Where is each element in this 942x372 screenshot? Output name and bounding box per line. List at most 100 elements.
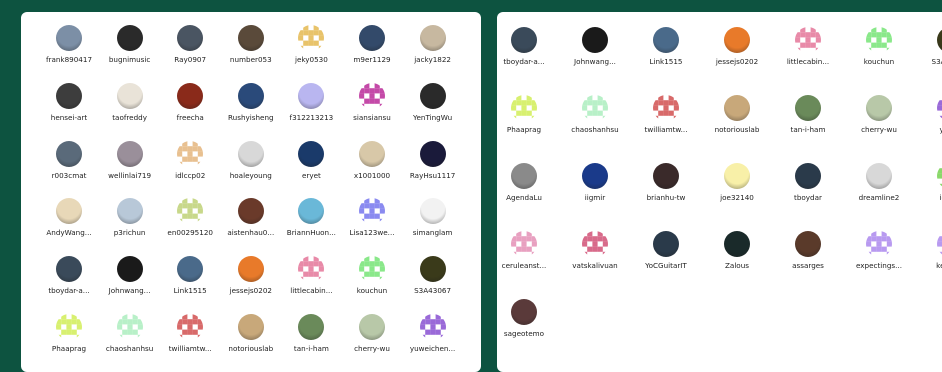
avatar[interactable] <box>795 231 821 257</box>
avatar[interactable] <box>116 140 143 167</box>
avatar[interactable] <box>511 27 537 53</box>
avatar[interactable] <box>419 314 446 340</box>
avatar[interactable] <box>116 256 143 283</box>
user-item[interactable]: vatskalivuan <box>558 231 632 289</box>
user-item[interactable]: tan-i-ham <box>771 95 845 153</box>
avatar[interactable] <box>795 95 821 121</box>
user-item[interactable]: jacky1822 <box>396 25 470 83</box>
user-item[interactable]: iigmir <box>558 163 632 221</box>
user-item[interactable]: idlccp <box>913 163 942 221</box>
avatar[interactable] <box>937 163 942 189</box>
user-item[interactable]: S3A43067 <box>913 27 942 85</box>
user-item[interactable]: ceruleanst... <box>497 231 561 289</box>
avatar[interactable] <box>177 314 204 340</box>
avatar[interactable] <box>359 198 385 225</box>
user-item[interactable]: Link1515 <box>629 27 703 85</box>
avatar[interactable] <box>511 95 537 121</box>
user-item[interactable]: chaoshanhsu <box>558 95 632 153</box>
user-item[interactable]: Phaaprag <box>497 95 561 153</box>
avatar[interactable] <box>511 299 537 325</box>
user-item[interactable]: littlecabin... <box>771 27 845 85</box>
avatar[interactable] <box>359 256 385 283</box>
user-item[interactable]: sageotemo <box>497 299 561 357</box>
avatar[interactable] <box>177 256 204 283</box>
avatar[interactable] <box>653 163 679 189</box>
avatar[interactable] <box>419 25 446 51</box>
avatar[interactable] <box>359 82 385 109</box>
avatar[interactable] <box>237 314 264 340</box>
avatar[interactable] <box>937 27 942 53</box>
avatar[interactable] <box>653 231 679 257</box>
user-item[interactable]: AgendaLu <box>497 163 561 221</box>
user-item[interactable]: kouchun <box>842 27 916 85</box>
user-item[interactable]: jessejs0202 <box>700 27 774 85</box>
avatar[interactable] <box>511 231 537 257</box>
user-item[interactable]: tboydar <box>771 163 845 221</box>
avatar[interactable] <box>56 140 82 167</box>
avatar[interactable] <box>177 198 204 225</box>
avatar[interactable] <box>237 82 264 109</box>
avatar[interactable] <box>582 95 608 121</box>
avatar[interactable] <box>56 82 82 109</box>
user-item[interactable]: twilliamtw... <box>629 95 703 153</box>
avatar[interactable] <box>298 314 325 340</box>
avatar[interactable] <box>56 25 82 51</box>
user-item[interactable]: dreamline2 <box>842 163 916 221</box>
avatar[interactable] <box>653 95 679 121</box>
user-item[interactable]: Zalous <box>700 231 774 289</box>
user-item[interactable]: brianhu-tw <box>629 163 703 221</box>
avatar[interactable] <box>419 256 446 283</box>
avatar[interactable] <box>724 95 750 121</box>
avatar[interactable] <box>298 140 325 167</box>
avatar[interactable] <box>419 198 446 225</box>
avatar[interactable] <box>795 27 821 53</box>
avatar[interactable] <box>582 27 608 53</box>
avatar[interactable] <box>177 82 204 109</box>
avatar[interactable] <box>937 231 942 257</box>
avatar[interactable] <box>653 27 679 53</box>
avatar[interactable] <box>359 314 385 340</box>
user-item[interactable]: yuweichen... <box>396 314 470 372</box>
user-item[interactable]: YenTingWu <box>396 82 470 141</box>
user-item[interactable]: cherry-wu <box>842 95 916 153</box>
avatar[interactable] <box>237 25 264 51</box>
avatar[interactable] <box>298 198 325 225</box>
user-item[interactable]: YoCGuitarIT <box>629 231 703 289</box>
user-item[interactable]: kevinyy <box>913 231 942 289</box>
user-item[interactable]: tboydar-a... <box>497 27 561 85</box>
avatar[interactable] <box>237 198 264 225</box>
avatar[interactable] <box>116 25 143 51</box>
user-item[interactable]: notoriouslab <box>700 95 774 153</box>
avatar[interactable] <box>724 163 750 189</box>
avatar[interactable] <box>419 140 446 167</box>
avatar[interactable] <box>298 25 325 51</box>
avatar[interactable] <box>795 163 821 189</box>
user-item[interactable]: S3A43067 <box>396 256 470 314</box>
user-item[interactable]: RayHsu1117 <box>396 140 470 199</box>
avatar[interactable] <box>866 95 892 121</box>
avatar[interactable] <box>866 163 892 189</box>
avatar[interactable] <box>56 198 82 225</box>
avatar[interactable] <box>177 25 204 51</box>
avatar[interactable] <box>177 140 204 167</box>
avatar[interactable] <box>511 163 537 189</box>
avatar[interactable] <box>419 82 446 109</box>
user-item[interactable]: yuwei <box>913 95 942 153</box>
avatar[interactable] <box>298 82 325 109</box>
avatar[interactable] <box>866 27 892 53</box>
avatar[interactable] <box>359 140 385 167</box>
user-item[interactable]: joe32140 <box>700 163 774 221</box>
avatar[interactable] <box>56 256 82 283</box>
avatar[interactable] <box>359 25 385 51</box>
avatar[interactable] <box>116 198 143 225</box>
avatar[interactable] <box>724 231 750 257</box>
avatar[interactable] <box>866 231 892 257</box>
avatar[interactable] <box>937 95 942 121</box>
user-item[interactable]: Johnwang... <box>558 27 632 85</box>
avatar[interactable] <box>116 82 143 109</box>
user-item[interactable]: assarges <box>771 231 845 289</box>
avatar[interactable] <box>237 256 264 283</box>
avatar[interactable] <box>298 256 325 283</box>
user-item[interactable]: simanglam <box>396 198 470 256</box>
avatar[interactable] <box>724 27 750 53</box>
